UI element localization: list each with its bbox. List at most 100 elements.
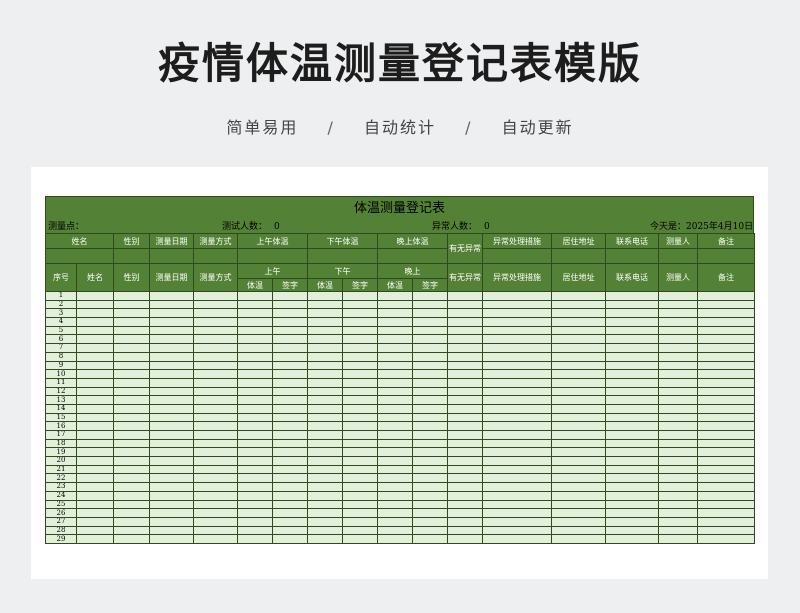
table-cell[interactable] bbox=[113, 377, 150, 388]
table-cell[interactable] bbox=[76, 377, 114, 388]
table-cell[interactable] bbox=[113, 317, 150, 327]
table-cell[interactable] bbox=[272, 343, 308, 353]
table-cell[interactable] bbox=[193, 386, 238, 397]
table-cell[interactable] bbox=[658, 508, 698, 518]
table-cell[interactable] bbox=[237, 516, 273, 527]
table-cell[interactable] bbox=[272, 534, 308, 544]
table-cell[interactable] bbox=[307, 412, 343, 423]
table-cell[interactable] bbox=[412, 516, 448, 527]
table-cell[interactable] bbox=[412, 369, 448, 379]
table-cell[interactable] bbox=[377, 369, 413, 379]
table-cell[interactable] bbox=[658, 430, 698, 440]
table-cell[interactable] bbox=[76, 490, 114, 501]
table-cell[interactable] bbox=[447, 430, 483, 440]
table-cell[interactable] bbox=[237, 299, 273, 310]
table-cell[interactable] bbox=[551, 386, 606, 397]
table-cell[interactable] bbox=[412, 490, 448, 501]
table-cell[interactable] bbox=[697, 482, 755, 492]
table-cell[interactable] bbox=[697, 490, 755, 501]
table-cell[interactable] bbox=[307, 386, 343, 397]
table-cell[interactable] bbox=[697, 299, 755, 310]
table-cell[interactable] bbox=[113, 299, 150, 310]
table-cell[interactable] bbox=[76, 317, 114, 327]
table-cell[interactable] bbox=[149, 499, 194, 510]
table-cell[interactable] bbox=[149, 403, 194, 414]
table-cell[interactable] bbox=[482, 464, 552, 475]
table-cell[interactable] bbox=[76, 351, 114, 362]
table-cell[interactable] bbox=[237, 534, 273, 544]
table-cell[interactable] bbox=[342, 403, 378, 414]
table-cell[interactable] bbox=[551, 482, 606, 492]
table-cell[interactable] bbox=[412, 508, 448, 518]
table-cell[interactable] bbox=[272, 395, 308, 405]
table-cell[interactable] bbox=[412, 343, 448, 353]
table-cell[interactable] bbox=[377, 308, 413, 319]
table-cell[interactable] bbox=[551, 403, 606, 414]
table-cell[interactable] bbox=[412, 456, 448, 466]
table-cell[interactable] bbox=[193, 464, 238, 475]
table-cell[interactable] bbox=[272, 403, 308, 414]
table-cell[interactable] bbox=[149, 343, 194, 353]
table-cell[interactable] bbox=[412, 534, 448, 544]
table-cell[interactable] bbox=[149, 369, 194, 379]
table-cell[interactable] bbox=[193, 534, 238, 544]
table-cell[interactable] bbox=[307, 499, 343, 510]
table-cell[interactable] bbox=[342, 447, 378, 458]
table-cell[interactable] bbox=[482, 308, 552, 319]
table-cell[interactable] bbox=[113, 412, 150, 423]
table-cell[interactable] bbox=[272, 464, 308, 475]
table-cell[interactable] bbox=[482, 334, 552, 345]
table-cell[interactable] bbox=[377, 490, 413, 501]
table-cell[interactable] bbox=[551, 473, 606, 484]
table-cell[interactable] bbox=[658, 317, 698, 327]
table-cell[interactable] bbox=[149, 516, 194, 527]
table-cell[interactable] bbox=[272, 447, 308, 458]
table-cell[interactable] bbox=[551, 291, 606, 301]
table-cell[interactable] bbox=[658, 369, 698, 379]
table-cell[interactable] bbox=[658, 334, 698, 345]
table-cell[interactable] bbox=[658, 395, 698, 405]
table-cell[interactable] bbox=[447, 447, 483, 458]
table-cell[interactable] bbox=[697, 525, 755, 536]
table-cell[interactable] bbox=[697, 473, 755, 484]
table-cell[interactable] bbox=[307, 351, 343, 362]
table-cell[interactable] bbox=[482, 499, 552, 510]
table-cell[interactable] bbox=[482, 325, 552, 336]
table-cell[interactable] bbox=[149, 351, 194, 362]
table-cell[interactable] bbox=[342, 534, 378, 544]
table-cell[interactable] bbox=[482, 438, 552, 449]
table-cell[interactable] bbox=[412, 386, 448, 397]
table-cell[interactable] bbox=[307, 473, 343, 484]
table-cell[interactable] bbox=[237, 525, 273, 536]
table-cell[interactable] bbox=[605, 421, 659, 431]
table-cell[interactable] bbox=[658, 464, 698, 475]
table-cell[interactable] bbox=[605, 438, 659, 449]
table-cell[interactable] bbox=[605, 308, 659, 319]
table-cell[interactable] bbox=[551, 334, 606, 345]
table-cell[interactable] bbox=[193, 343, 238, 353]
table-cell[interactable] bbox=[377, 430, 413, 440]
table-cell[interactable] bbox=[377, 421, 413, 431]
table-cell[interactable] bbox=[272, 360, 308, 371]
table-cell[interactable] bbox=[193, 325, 238, 336]
table-cell[interactable] bbox=[377, 291, 413, 301]
table-cell[interactable] bbox=[272, 473, 308, 484]
table-cell[interactable] bbox=[412, 360, 448, 371]
table-cell[interactable] bbox=[342, 473, 378, 484]
table-cell[interactable] bbox=[605, 403, 659, 414]
table-cell[interactable] bbox=[193, 421, 238, 431]
table-cell[interactable] bbox=[307, 490, 343, 501]
table-cell[interactable] bbox=[551, 421, 606, 431]
table-cell[interactable] bbox=[342, 308, 378, 319]
table-cell[interactable] bbox=[697, 369, 755, 379]
table-cell[interactable] bbox=[412, 334, 448, 345]
table-cell[interactable] bbox=[307, 308, 343, 319]
table-cell[interactable] bbox=[272, 386, 308, 397]
table-cell[interactable] bbox=[113, 534, 150, 544]
table-cell[interactable] bbox=[551, 377, 606, 388]
table-cell[interactable] bbox=[605, 534, 659, 544]
table-cell[interactable] bbox=[272, 317, 308, 327]
table-cell[interactable] bbox=[605, 482, 659, 492]
table-cell[interactable] bbox=[237, 308, 273, 319]
table-cell[interactable] bbox=[237, 291, 273, 301]
